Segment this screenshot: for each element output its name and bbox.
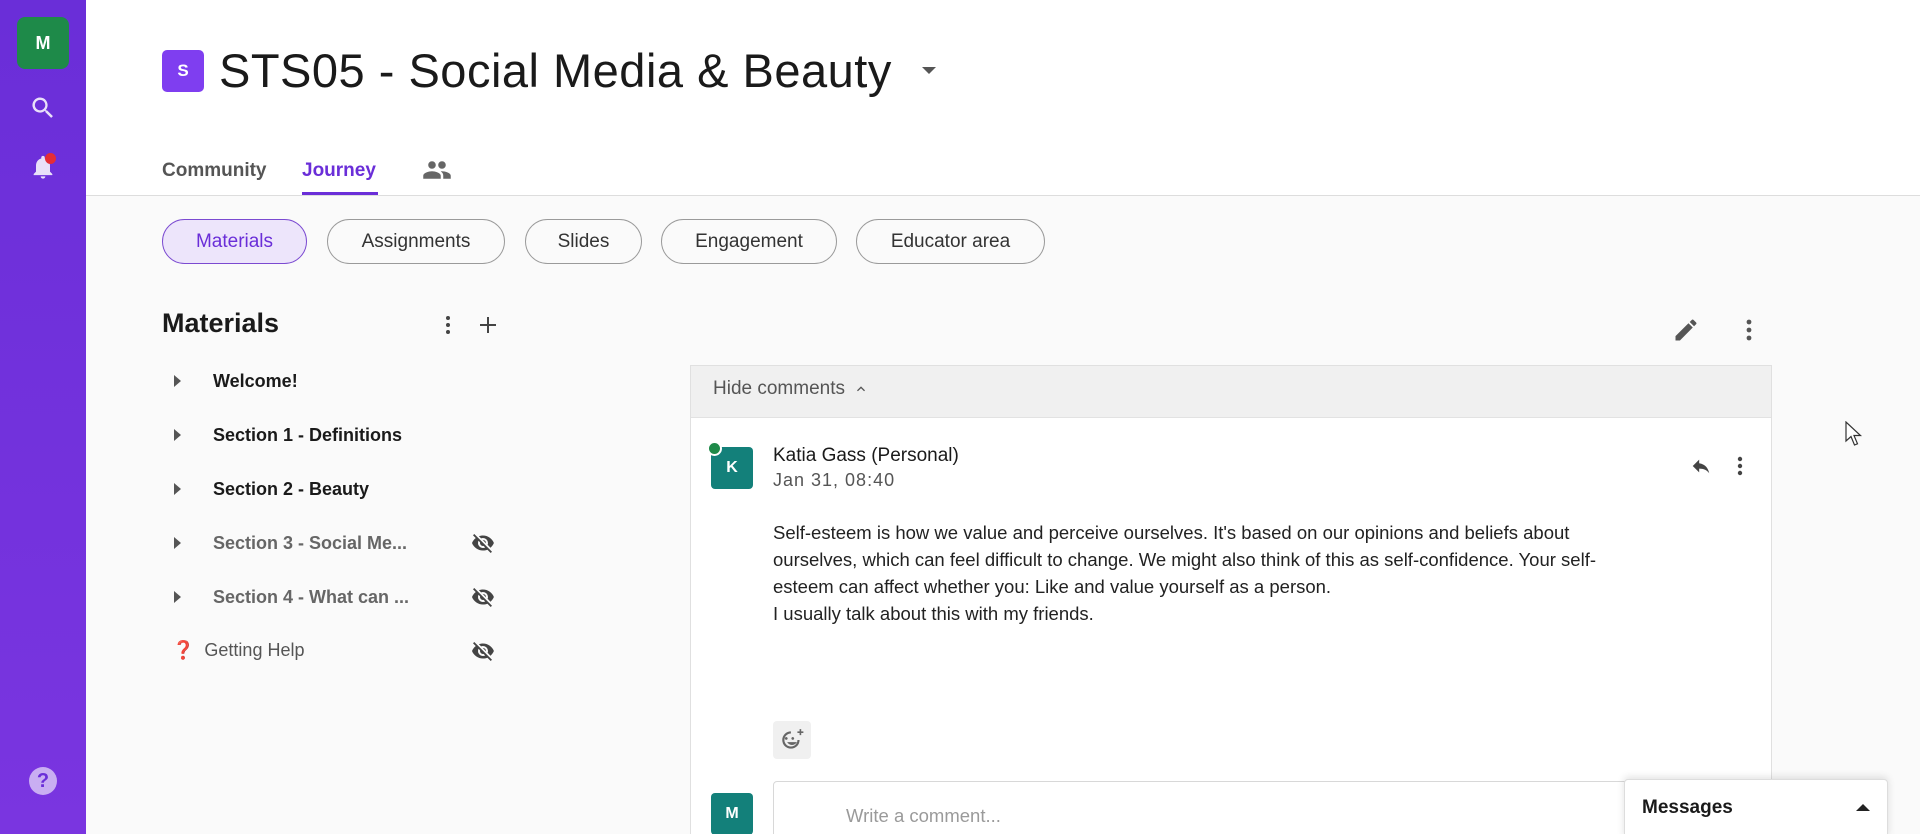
hide-comments-toggle[interactable]: Hide comments — [713, 378, 869, 400]
hidden-eye-off-icon — [470, 638, 496, 664]
comment-more-icon[interactable] — [1729, 453, 1751, 479]
question-mark-icon: ❓ — [172, 639, 195, 660]
comment-line: ourselves, which can feel difficult to c… — [773, 549, 1597, 570]
material-label: Section 1 - Definitions — [213, 424, 403, 445]
material-item-section-3[interactable]: Section 3 - Social Me... — [162, 528, 522, 558]
material-item-welcome[interactable]: Welcome! — [162, 366, 522, 396]
user-avatar[interactable]: M — [17, 17, 69, 69]
pill-educator-area[interactable]: Educator area — [856, 219, 1045, 264]
active-tab-indicator — [302, 192, 378, 195]
material-item-section-4[interactable]: Section 4 - What can ... — [162, 582, 522, 612]
comment-line: I usually talk about this with my friend… — [773, 603, 1094, 624]
add-material-icon[interactable] — [474, 311, 502, 339]
left-rail: M ? — [0, 0, 86, 834]
chevron-up-icon[interactable] — [1856, 804, 1870, 811]
material-label: Section 3 - Social Me... — [213, 532, 408, 553]
notification-dot — [45, 153, 56, 164]
comments-header: Hide comments — [691, 366, 1771, 418]
hide-comments-label: Hide comments — [713, 378, 845, 399]
edit-pencil-icon[interactable] — [1669, 313, 1703, 347]
tab-people-icon[interactable] — [420, 155, 454, 185]
comment-author-name[interactable]: Katia Gass (Personal) — [773, 445, 959, 467]
materials-more-icon[interactable] — [434, 311, 462, 339]
expand-caret-icon[interactable] — [174, 375, 181, 387]
online-status-dot — [707, 441, 722, 456]
course-header: S STS05 - Social Media & Beauty Communit… — [86, 0, 1920, 196]
material-label: Section 4 - What can ... — [213, 586, 410, 607]
comment-body: Self-esteem is how we value and perceive… — [773, 519, 1733, 627]
expand-caret-icon[interactable] — [174, 537, 181, 549]
messages-label: Messages — [1642, 797, 1733, 818]
reply-icon[interactable] — [1687, 453, 1715, 479]
materials-heading: Materials — [162, 308, 280, 338]
hidden-eye-off-icon — [470, 530, 496, 556]
course-title: STS05 - Social Media & Beauty — [219, 44, 892, 97]
material-item-section-2[interactable]: Section 2 - Beauty — [162, 474, 522, 504]
content-more-icon[interactable] — [1734, 313, 1764, 347]
search-icon[interactable] — [26, 91, 60, 125]
course-badge: S — [162, 50, 204, 92]
comments-panel: Hide comments K Katia Gass (Personal) Ja… — [690, 365, 1772, 834]
current-user-avatar: M — [711, 793, 753, 834]
comment-timestamp: Jan 31, 08:40 — [773, 470, 896, 490]
material-item-getting-help[interactable]: ❓ Getting Help — [162, 635, 522, 665]
hidden-eye-off-icon — [470, 584, 496, 610]
pill-assignments[interactable]: Assignments — [327, 219, 505, 264]
tab-community[interactable]: Community — [162, 160, 267, 182]
chevron-up-icon — [857, 386, 865, 392]
material-label: Welcome! — [213, 370, 298, 391]
comment-line: esteem can affect whether you: Like and … — [773, 576, 1332, 597]
help-icon[interactable]: ? — [29, 767, 57, 795]
material-item-section-1[interactable]: Section 1 - Definitions — [162, 420, 522, 450]
expand-caret-icon[interactable] — [174, 429, 181, 441]
material-label: Section 2 - Beauty — [213, 478, 370, 499]
pill-materials[interactable]: Materials — [162, 219, 307, 264]
add-reaction-emoji-icon[interactable] — [773, 721, 811, 759]
material-label: Getting Help — [204, 639, 305, 660]
notifications-bell-icon[interactable] — [26, 150, 60, 184]
expand-caret-icon[interactable] — [174, 483, 181, 495]
mouse-cursor-icon — [1845, 421, 1863, 446]
tab-journey[interactable]: Journey — [302, 160, 376, 182]
course-switcher-chevron-down-icon[interactable] — [922, 67, 936, 74]
comment-line: Self-esteem is how we value and perceive… — [773, 522, 1570, 543]
pill-engagement[interactable]: Engagement — [661, 219, 837, 264]
expand-caret-icon[interactable] — [174, 591, 181, 603]
pill-slides[interactable]: Slides — [525, 219, 642, 264]
messages-dock[interactable]: Messages — [1624, 779, 1888, 834]
comment-input[interactable] — [773, 781, 1733, 834]
